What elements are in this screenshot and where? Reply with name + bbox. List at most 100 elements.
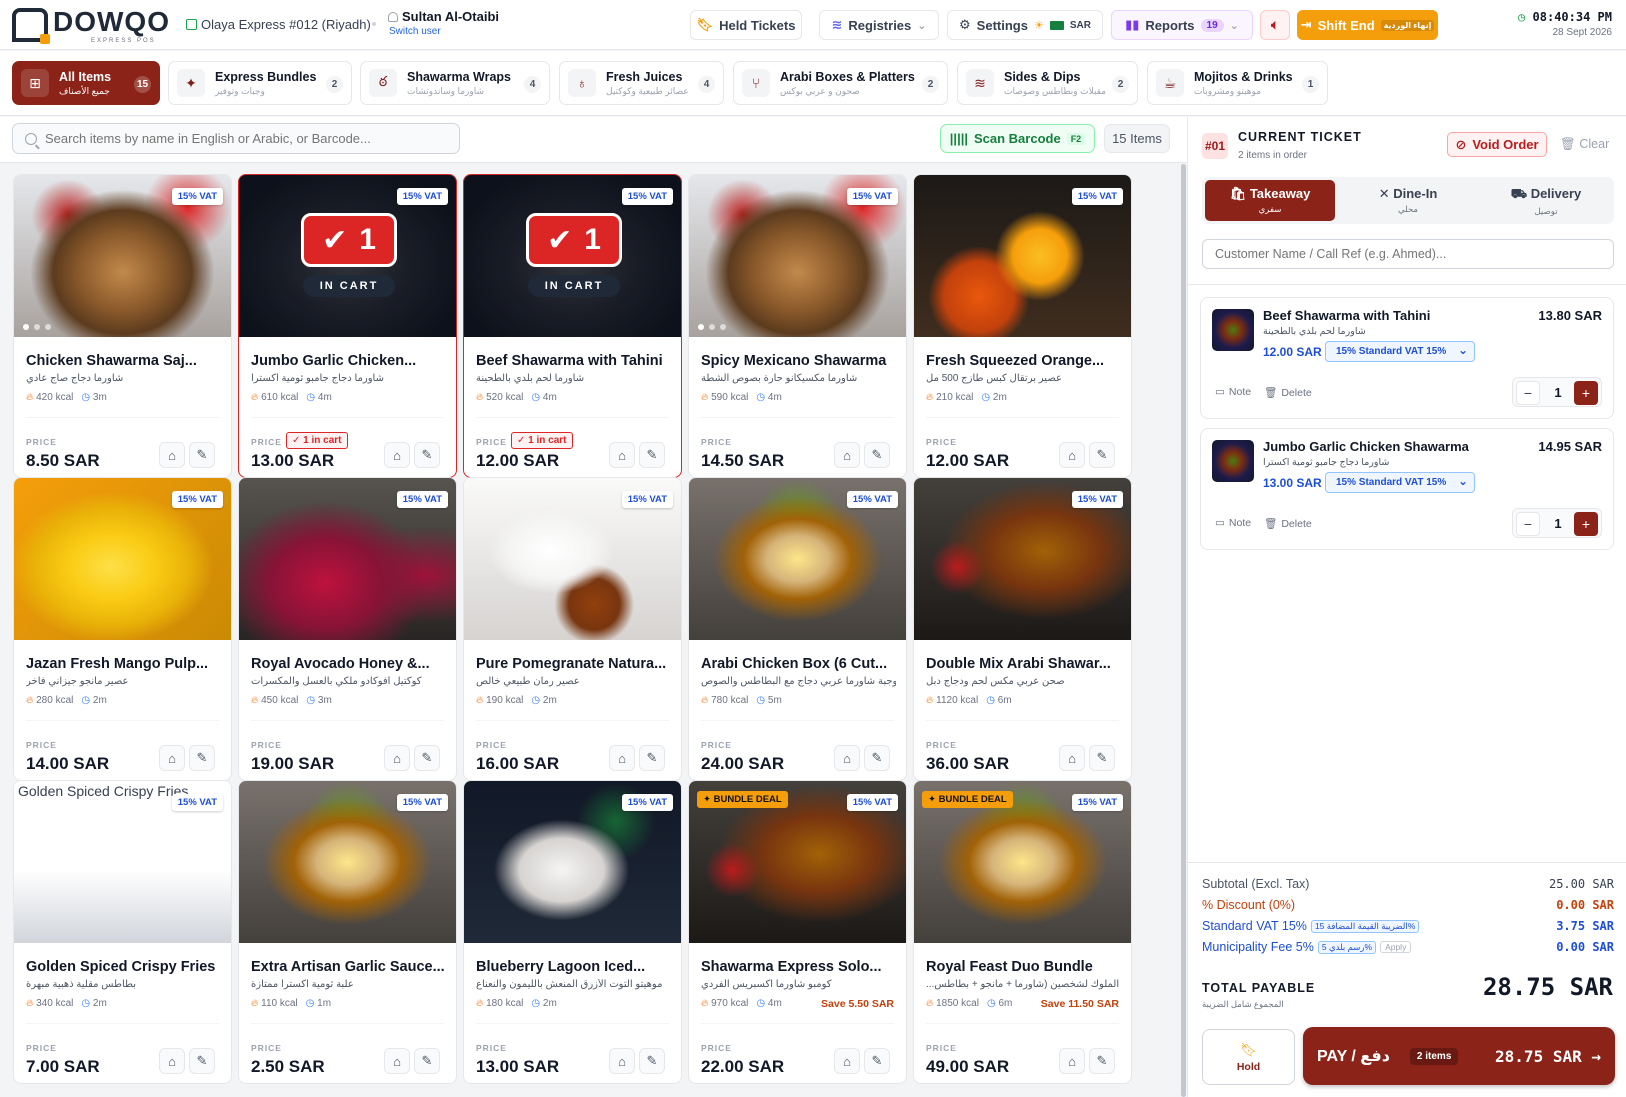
edit-icon[interactable]: ✎	[414, 745, 440, 771]
product-card[interactable]: 15% VAT Blueberry Lagoon Iced... موهيتو ال…	[463, 780, 682, 1084]
calories: 190 kcal	[486, 695, 524, 706]
product-price: 49.00 SAR	[926, 1057, 1010, 1076]
tag-icon[interactable]: ⌂	[1059, 745, 1085, 771]
note-button[interactable]: ▭ Note	[1215, 517, 1251, 529]
product-card[interactable]: 15% VAT Extra Artisan Garlic Sauce... علبة…	[238, 780, 457, 1084]
sound-toggle-button[interactable]: 🔈︎	[1260, 10, 1290, 40]
delete-button[interactable]: 🗑︎ Delete	[1264, 517, 1312, 531]
product-card[interactable]: 15% VAT Pure Pomegranate Natura... عصير رم…	[463, 477, 682, 781]
settings-button[interactable]: ⚙ Settings ☀ SAR	[947, 10, 1103, 40]
edit-icon[interactable]: ✎	[864, 745, 890, 771]
prep-time: 4m	[317, 392, 332, 403]
product-meta: 🔥︎ 420 kcal ◷ 3m	[26, 392, 107, 403]
tag-icon[interactable]: ⌂	[159, 745, 185, 771]
clear-button[interactable]: 🗑︎ Clear	[1560, 137, 1609, 152]
mode-dine-in[interactable]: ✕ Dine-In محلي	[1343, 180, 1473, 221]
customer-name-input[interactable]	[1215, 247, 1605, 261]
delete-button[interactable]: 🗑︎ Delete	[1264, 386, 1312, 400]
tag-icon[interactable]: ⌂	[1059, 1048, 1085, 1074]
decrease-qty-button[interactable]: −	[1516, 381, 1540, 405]
tag-icon[interactable]: ⌂	[609, 442, 635, 468]
shift-end-label: Shift End	[1317, 17, 1375, 33]
apply-municipality-button[interactable]: Apply	[1380, 941, 1412, 953]
product-card[interactable]: 15% VAT Double Mix Arabi Shawar... صحن عرب…	[913, 477, 1132, 781]
product-card[interactable]: ✔ 1 IN CART 15% VAT Beef Shawarma with Tahin…	[463, 174, 682, 478]
product-card[interactable]: 15% VAT Chicken Shawarma Saj... شاورما دجا…	[13, 174, 232, 478]
category-count: 2	[922, 76, 939, 93]
product-card[interactable]: 15% VAT Royal Avocado Honey &... كوكتيل أف…	[238, 477, 457, 781]
increase-qty-button[interactable]: +	[1574, 512, 1598, 536]
ticket-line-item: Jumbo Garlic Chicken Shawarma شاورما دجا…	[1200, 428, 1614, 550]
tag-icon[interactable]: ⌂	[834, 745, 860, 771]
pay-button[interactable]: PAY / دفع 2 items 28.75 SAR →	[1303, 1027, 1615, 1085]
tag-icon[interactable]: ⌂	[609, 745, 635, 771]
tag-icon[interactable]: ⌂	[609, 1048, 635, 1074]
scan-barcode-button[interactable]: ||||| Scan Barcode F2	[940, 124, 1095, 153]
edit-icon[interactable]: ✎	[414, 1048, 440, 1074]
edit-icon[interactable]: ✎	[189, 745, 215, 771]
card-divider	[26, 720, 219, 721]
category-arabi-boxes[interactable]: ⑂ Arabi Boxes & Platters صحون و عربي بوكس 2	[733, 61, 948, 105]
category-all-items[interactable]: ⊞ All Items جميع الأصناف 15	[12, 61, 160, 105]
category-express-bundles[interactable]: ✦ Express Bundles وجبات وتوفير 2	[168, 61, 352, 105]
edit-icon[interactable]: ✎	[639, 745, 665, 771]
discount-row[interactable]: % Discount (0%) 0.00 SAR	[1202, 898, 1614, 914]
shift-end-button[interactable]: ⇥ Shift End إنهاء الوردية	[1297, 10, 1438, 40]
mode-delivery[interactable]: ⛟ Delivery توصيل	[1481, 180, 1611, 221]
product-card[interactable]: 15% VAT Arabi Chicken Box (6 Cut... وجبة ش…	[688, 477, 907, 781]
edit-icon[interactable]: ✎	[414, 442, 440, 468]
product-name: Jumbo Garlic Chicken...	[251, 353, 417, 369]
edit-icon[interactable]: ✎	[639, 1048, 665, 1074]
product-card[interactable]: 15% VAT Fresh Squeezed Orange... عصير برتق…	[913, 174, 1132, 478]
carousel-dots[interactable]	[23, 324, 51, 330]
edit-icon[interactable]: ✎	[1089, 745, 1115, 771]
price-label: PRICE	[26, 437, 57, 447]
category-sides-dips[interactable]: ≋ Sides & Dips مقبلات وبطاطس وصوصات 2	[957, 61, 1138, 105]
category-mojitos-drinks[interactable]: ☕︎ Mojitos & Drinks موهيتو ومشروبات 1	[1147, 61, 1328, 105]
tag-icon[interactable]: ⌂	[1059, 442, 1085, 468]
product-card[interactable]: 15% VAT Jazan Fresh Mango Pulp... عصير مان…	[13, 477, 232, 781]
void-order-button[interactable]: ⊘ Void Order	[1447, 132, 1547, 157]
product-arabic-name: عصير مانجو جيزاني فاخر	[26, 676, 129, 687]
switch-user-link[interactable]: Switch user	[388, 26, 499, 37]
tag-icon[interactable]: ⌂	[834, 442, 860, 468]
edit-icon[interactable]: ✎	[864, 442, 890, 468]
edit-icon[interactable]: ✎	[189, 442, 215, 468]
price-label: PRICE	[926, 740, 957, 750]
reports-button[interactable]: ▮▮ Reports 19 ⌄	[1111, 10, 1253, 40]
increase-qty-button[interactable]: +	[1574, 381, 1598, 405]
edit-icon[interactable]: ✎	[1089, 1048, 1115, 1074]
product-card[interactable]: 15% VAT Spicy Mexicano Shawarma شاورما مكس…	[688, 174, 907, 478]
edit-icon[interactable]: ✎	[189, 1048, 215, 1074]
tag-icon[interactable]: ⌂	[384, 1048, 410, 1074]
carousel-dots[interactable]	[698, 324, 726, 330]
tag-icon[interactable]: ⌂	[384, 745, 410, 771]
edit-icon[interactable]: ✎	[864, 1048, 890, 1074]
tag-icon[interactable]: ⌂	[384, 442, 410, 468]
store-icon	[186, 19, 197, 30]
vat-select[interactable]: 15% Standard VAT 15%	[1325, 341, 1475, 362]
category-shawarma-wraps[interactable]: ఠ Shawarma Wraps شاورما وساندوتشات 4	[360, 61, 550, 105]
decrease-qty-button[interactable]: −	[1516, 512, 1540, 536]
product-name: Shawarma Express Solo...	[701, 959, 882, 975]
category-arabic: موهيتو ومشروبات	[1194, 85, 1262, 96]
edit-icon[interactable]: ✎	[639, 442, 665, 468]
category-fresh-juices[interactable]: ♁ Fresh Juices عصائر طبيعية وكوكتيل 4	[559, 61, 724, 105]
note-button[interactable]: ▭ Note	[1215, 386, 1251, 398]
divider	[1188, 284, 1626, 285]
edit-icon[interactable]: ✎	[1089, 442, 1115, 468]
mode-takeaway[interactable]: 🛍︎ Takeaway سفري	[1205, 180, 1335, 221]
tag-icon[interactable]: ⌂	[159, 442, 185, 468]
held-tickets-button[interactable]: 🔖︎ Held Tickets	[690, 10, 802, 40]
grid-scrollbar-thumb[interactable]	[1181, 164, 1186, 1097]
product-card[interactable]: 15% VAT ✦ BUNDLE DEAL Royal Feast Duo Bund…	[913, 780, 1132, 1084]
vat-select[interactable]: 15% Standard VAT 15%	[1325, 472, 1475, 493]
tag-icon[interactable]: ⌂	[834, 1048, 860, 1074]
product-card[interactable]: ✔ 1 IN CART 15% VAT Jumbo Garlic Chicken... ش…	[238, 174, 457, 478]
product-card[interactable]: Golden Spiced Crispy Fries 15% VAT Golden …	[13, 780, 232, 1084]
search-input[interactable]	[45, 131, 445, 146]
tag-icon[interactable]: ⌂	[159, 1048, 185, 1074]
hold-button[interactable]: 🔖︎ Hold	[1202, 1029, 1295, 1085]
registries-button[interactable]: ≋ Registries ⌄	[819, 10, 939, 40]
product-card[interactable]: 15% VAT ✦ BUNDLE DEAL Shawarma Express Sol…	[688, 780, 907, 1084]
